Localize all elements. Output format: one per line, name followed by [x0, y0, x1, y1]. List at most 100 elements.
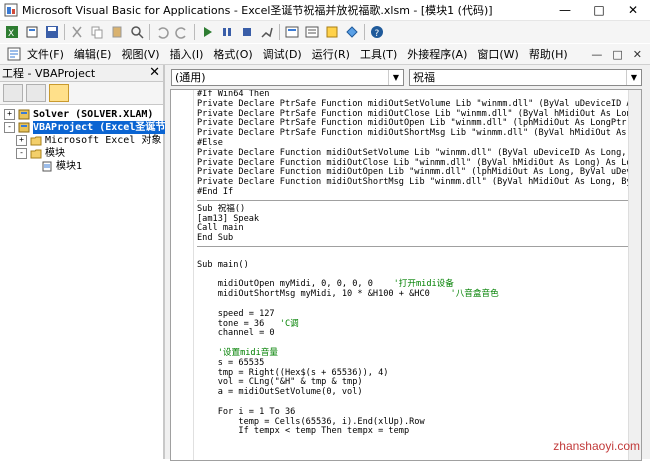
- code-text-segment: tone = 36: [197, 318, 280, 329]
- watermark-text: zhanshaoyi.com: [553, 439, 640, 453]
- collapse-icon[interactable]: -: [4, 122, 15, 133]
- tree-node-label: VBAProject (Excel圣诞节: [33, 121, 166, 134]
- tree-node[interactable]: 模块1: [28, 160, 82, 173]
- project-icon: [18, 109, 30, 120]
- code-line[interactable]: Sub main(): [197, 260, 641, 271]
- svg-text:X: X: [8, 29, 14, 39]
- paste-icon[interactable]: [109, 24, 125, 40]
- tree-node[interactable]: + Microsoft Excel 对象: [16, 134, 161, 147]
- code-comment: '打开midi设备: [393, 279, 454, 290]
- menu-format[interactable]: 格式(O): [208, 46, 257, 62]
- toolbox-icon[interactable]: [344, 24, 360, 40]
- menu-run[interactable]: 运行(R): [307, 46, 355, 62]
- tree-node-label: 模块: [45, 148, 65, 159]
- project-explorer-icon[interactable]: [284, 24, 300, 40]
- code-line[interactable]: Sub 祝福(): [197, 204, 641, 215]
- project-explorer-header: 工程 - VBAProject ✕: [0, 65, 163, 82]
- code-comment: '八音盒音色: [450, 289, 499, 300]
- procedure-separator: [197, 245, 641, 247]
- menu-insert[interactable]: 插入(I): [165, 46, 209, 62]
- object-combo[interactable]: (通用) ▼: [171, 69, 404, 86]
- module-icon: [42, 161, 52, 172]
- folder-icon: [30, 149, 42, 159]
- minimize-button[interactable]: —: [548, 0, 582, 20]
- code-line[interactable]: midiOutShortMsg myMidi, 10 * &H100 + &HC…: [197, 289, 641, 300]
- chevron-down-icon[interactable]: ▼: [388, 70, 403, 85]
- tree-node[interactable]: - VBAProject (Excel圣诞节: [4, 121, 166, 134]
- project-explorer-close-button[interactable]: ✕: [149, 65, 160, 80]
- tree-node-label: 模块1: [56, 161, 83, 172]
- code-line[interactable]: #End If: [197, 187, 641, 198]
- menu-window[interactable]: 窗口(W): [472, 46, 523, 62]
- code-comment: 'C调: [279, 318, 299, 329]
- project-explorer-toolbar: [0, 82, 163, 105]
- toolbar-separator: [364, 24, 365, 40]
- properties-icon[interactable]: [304, 24, 320, 40]
- code-line[interactable]: a = midiOutSetVolume(0, vol): [197, 387, 641, 398]
- find-icon[interactable]: [129, 24, 145, 40]
- code-line[interactable]: [am13] Speak: [197, 214, 641, 225]
- window-title: Microsoft Visual Basic for Applications …: [22, 4, 493, 17]
- vertical-scrollbar[interactable]: [628, 90, 641, 460]
- menu-addins[interactable]: 外接程序(A): [402, 46, 472, 62]
- run-icon[interactable]: [199, 24, 215, 40]
- code-line[interactable]: Private Declare Function midiOutShortMsg…: [197, 177, 641, 188]
- view-object-button[interactable]: [26, 84, 46, 102]
- tree-node[interactable]: + Solver (SOLVER.XLAM): [4, 108, 153, 121]
- editor-gutter[interactable]: [171, 90, 194, 460]
- toggle-folders-button[interactable]: [49, 84, 69, 102]
- copy-icon[interactable]: [89, 24, 105, 40]
- menu-help[interactable]: 帮助(H): [524, 46, 573, 62]
- menu-debug[interactable]: 调试(D): [258, 46, 307, 62]
- mdi-restore-button[interactable]: □: [612, 48, 622, 61]
- view-code-button[interactable]: [3, 84, 23, 102]
- code-line[interactable]: Call main: [197, 224, 641, 234]
- menu-file[interactable]: 文件(F): [22, 46, 69, 62]
- code-line[interactable]: End Sub: [197, 233, 641, 244]
- expand-icon[interactable]: +: [16, 135, 27, 146]
- redo-icon[interactable]: [174, 24, 190, 40]
- toolbar-separator: [64, 24, 65, 40]
- code-line[interactable]: [197, 251, 641, 261]
- mdi-controls: — □ ✕: [591, 44, 642, 64]
- title-bar: Microsoft Visual Basic for Applications …: [0, 0, 650, 21]
- object-browser-icon[interactable]: [324, 24, 340, 40]
- code-text-segment: midiOutOpen myMidi, 0, 0, 0, 0: [197, 279, 394, 290]
- help-icon[interactable]: ?: [369, 24, 385, 40]
- code-line[interactable]: Private Declare PtrSafe Function midiOut…: [197, 128, 641, 139]
- code-editor[interactable]: #If Win64 Then Private Declare PtrSafe Fu…: [170, 89, 642, 461]
- code-text-segment: midiOutShortMsg myMidi, 10 * &H100 + &HC…: [197, 289, 451, 300]
- menu-edit[interactable]: 编辑(E): [69, 46, 117, 62]
- expand-icon[interactable]: +: [4, 109, 15, 120]
- tree-node-label: Microsoft Excel 对象: [45, 135, 162, 146]
- mdi-minimize-button[interactable]: —: [591, 48, 602, 61]
- break-icon[interactable]: [219, 24, 235, 40]
- close-button[interactable]: ✕: [616, 0, 650, 20]
- svg-text:?: ?: [375, 29, 380, 39]
- menu-view[interactable]: 视图(V): [116, 46, 164, 62]
- maximize-button[interactable]: □: [582, 0, 616, 20]
- reset-icon[interactable]: [239, 24, 255, 40]
- code-text[interactable]: #If Win64 Then Private Declare PtrSafe Fu…: [197, 90, 641, 460]
- toolbar-separator: [279, 24, 280, 40]
- insert-module-icon[interactable]: [24, 24, 40, 40]
- toolbar-separator: [194, 24, 195, 40]
- project-explorer: 工程 - VBAProject ✕ + Solver (SOLVER.XLAM) -…: [0, 65, 166, 459]
- procedure-combo[interactable]: 祝福 ▼: [409, 69, 642, 86]
- undo-icon[interactable]: [154, 24, 170, 40]
- chevron-down-icon[interactable]: ▼: [626, 70, 641, 85]
- view-excel-icon[interactable]: X: [4, 24, 20, 40]
- object-combo-value: (通用): [175, 71, 206, 84]
- procedure-combo-value: 祝福: [413, 71, 435, 84]
- menu-bar: 文件(F) 编辑(E) 视图(V) 插入(I) 格式(O) 调试(D) 运行(R…: [0, 44, 650, 65]
- mdi-close-button[interactable]: ✕: [633, 48, 642, 61]
- code-line[interactable]: If tempx < temp Then tempx = temp: [197, 426, 641, 437]
- cut-icon[interactable]: [69, 24, 85, 40]
- tree-node[interactable]: - 模块: [16, 147, 65, 160]
- code-line[interactable]: channel = 0: [197, 329, 641, 339]
- save-icon[interactable]: [44, 24, 60, 40]
- collapse-icon[interactable]: -: [16, 148, 27, 159]
- procedure-separator: [197, 199, 641, 201]
- design-mode-icon[interactable]: [259, 24, 275, 40]
- menu-tools[interactable]: 工具(T): [355, 46, 402, 62]
